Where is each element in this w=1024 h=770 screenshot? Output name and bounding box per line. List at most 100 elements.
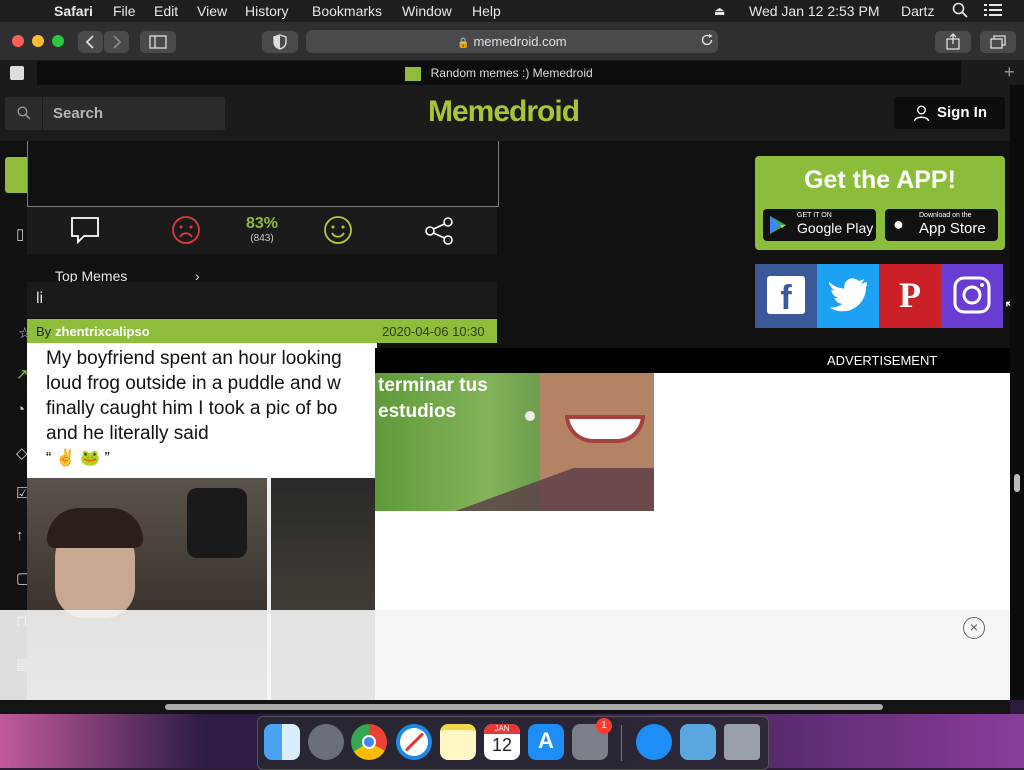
rating-percent: 83% xyxy=(245,215,279,232)
horizontal-scrollbar[interactable] xyxy=(0,700,1010,714)
tabs-icon xyxy=(990,35,1006,49)
ad-text: terminar tus estudios xyxy=(378,375,488,422)
memedroid-favicon-icon xyxy=(405,66,422,81)
get-app-banner[interactable]: Get the APP! GET IT ON Google Play ● Dow… xyxy=(755,156,1005,250)
menu-edit[interactable]: Edit xyxy=(154,3,178,19)
downvote-sad-face-icon[interactable] xyxy=(171,215,201,250)
app-store-downloads-icon[interactable] xyxy=(636,724,672,760)
privacy-report-button[interactable] xyxy=(262,31,298,53)
rating-display: 83% (843) xyxy=(242,215,282,244)
search-divider xyxy=(42,97,43,130)
app-store-icon[interactable]: A xyxy=(528,724,564,760)
system-preferences-icon[interactable]: 1 xyxy=(572,718,612,760)
tab-bar: Random memes :) Memedroid + xyxy=(0,61,1024,85)
shield-icon xyxy=(273,34,287,50)
menu-window[interactable]: Window xyxy=(402,3,452,19)
upload-button[interactable] xyxy=(5,157,28,193)
menu-history[interactable]: History xyxy=(245,3,289,19)
zoom-window-button[interactable] xyxy=(52,35,64,47)
forward-button[interactable] xyxy=(104,31,129,53)
finder-icon[interactable] xyxy=(264,724,300,760)
caption-emoji-quote: “ ✌️ 🐸 ” xyxy=(46,450,110,467)
eject-icon[interactable]: ⏏ xyxy=(714,4,725,18)
back-button[interactable] xyxy=(78,31,103,53)
trash-icon[interactable] xyxy=(724,724,760,760)
author-link[interactable]: zhentrixcalipso xyxy=(55,324,150,339)
downloads-folder-icon[interactable] xyxy=(680,724,716,760)
sign-in-button[interactable]: Sign In xyxy=(894,97,1005,129)
close-ad-icon[interactable]: × xyxy=(963,617,985,639)
chrome-icon[interactable] xyxy=(351,724,387,760)
share-button[interactable] xyxy=(935,31,971,53)
user-icon xyxy=(913,105,930,126)
post-title-partial: li xyxy=(36,290,44,307)
photo-hair xyxy=(47,508,143,548)
pinterest-button[interactable]: P xyxy=(879,264,941,328)
address-bar[interactable]: 🔒 memedroid.com xyxy=(306,30,718,53)
menu-view[interactable]: View xyxy=(197,3,227,19)
facebook-button[interactable]: f xyxy=(755,264,817,328)
menu-help[interactable]: Help xyxy=(472,3,501,19)
ad-image[interactable]: terminar tus estudios xyxy=(375,373,654,511)
twitter-button[interactable] xyxy=(817,264,879,328)
reload-icon[interactable] xyxy=(700,33,714,52)
upvote-happy-face-icon[interactable] xyxy=(323,215,353,250)
photo-backpack xyxy=(187,488,247,558)
app-store-glyph: A xyxy=(538,728,554,753)
app-store-text: App Store xyxy=(919,220,986,237)
spotlight-search-icon[interactable] xyxy=(952,2,968,21)
calendar-icon[interactable]: JAN 12 xyxy=(484,724,520,760)
ad-shape xyxy=(375,468,654,511)
new-tab-button[interactable]: + xyxy=(1004,62,1015,83)
notification-center-icon[interactable] xyxy=(984,3,1002,20)
get-app-title: Get the APP! xyxy=(804,166,956,194)
facebook-icon: f xyxy=(767,276,805,317)
tab-overview-button[interactable] xyxy=(980,31,1016,53)
launchpad-icon[interactable] xyxy=(308,724,344,760)
chevron-right-icon xyxy=(113,35,122,49)
notes-icon[interactable] xyxy=(440,724,476,760)
sidebar-toggle-button[interactable] xyxy=(140,31,176,53)
instagram-icon xyxy=(953,276,991,319)
comment-icon[interactable] xyxy=(70,216,100,249)
app-store-small-text: Download on the xyxy=(919,212,972,219)
caption-line: finally caught him I took a pic of bo xyxy=(46,398,338,419)
dock: JAN 12 A 1 xyxy=(257,716,769,770)
horizontal-scroll-thumb[interactable] xyxy=(165,704,883,710)
sidebar-icon xyxy=(149,35,167,49)
url-text: memedroid.com xyxy=(473,34,567,49)
menu-bookmarks[interactable]: Bookmarks xyxy=(312,3,382,19)
web-page: Search Memedroid Sign In ▯ ☆ ↗ ◔ ◇ ☑ ↑ ▢… xyxy=(0,85,1010,700)
dock-separator xyxy=(621,725,622,761)
rating-votes: (843) xyxy=(250,233,274,244)
post-date: 2020-04-06 10:30 xyxy=(382,324,485,339)
chevron-left-icon xyxy=(85,35,94,49)
tab-active[interactable]: Random memes :) Memedroid xyxy=(37,61,961,85)
menu-datetime[interactable]: Wed Jan 12 2:53 PM xyxy=(749,3,879,19)
twitter-icon xyxy=(827,278,868,317)
safari-icon[interactable] xyxy=(396,724,432,760)
sticky-ad-overlay: × xyxy=(0,610,1010,700)
app-menu-safari[interactable]: Safari xyxy=(54,3,93,19)
search-input[interactable]: Search xyxy=(5,97,225,130)
google-play-badge[interactable]: GET IT ON Google Play xyxy=(763,209,876,241)
vertical-scrollbar[interactable] xyxy=(1010,85,1024,700)
caption-line: loud frog outside in a puddle and w xyxy=(46,373,341,394)
search-placeholder: Search xyxy=(53,105,104,122)
author-prefix: By xyxy=(36,324,52,339)
menu-bar: Safari File Edit View History Bookmarks … xyxy=(0,0,1024,22)
advertisement-label: ADVERTISEMENT xyxy=(827,353,938,368)
menu-user[interactable]: Dartz xyxy=(901,3,934,19)
menu-file[interactable]: File xyxy=(113,3,136,19)
share-post-icon[interactable] xyxy=(424,216,454,251)
minimize-window-button[interactable] xyxy=(32,35,44,47)
pinned-tab-apple[interactable] xyxy=(10,66,24,80)
next-post-title-bar: li xyxy=(27,282,497,318)
vertical-scroll-thumb[interactable] xyxy=(1014,474,1020,492)
app-store-badge[interactable]: ● Download on the App Store xyxy=(885,209,998,241)
close-window-button[interactable] xyxy=(12,35,24,47)
instagram-button[interactable] xyxy=(941,264,1003,328)
advertisement-bar: ADVERTISEMENT xyxy=(375,348,1010,373)
social-links: f P xyxy=(755,264,1003,328)
site-logo[interactable]: Memedroid xyxy=(428,95,580,129)
